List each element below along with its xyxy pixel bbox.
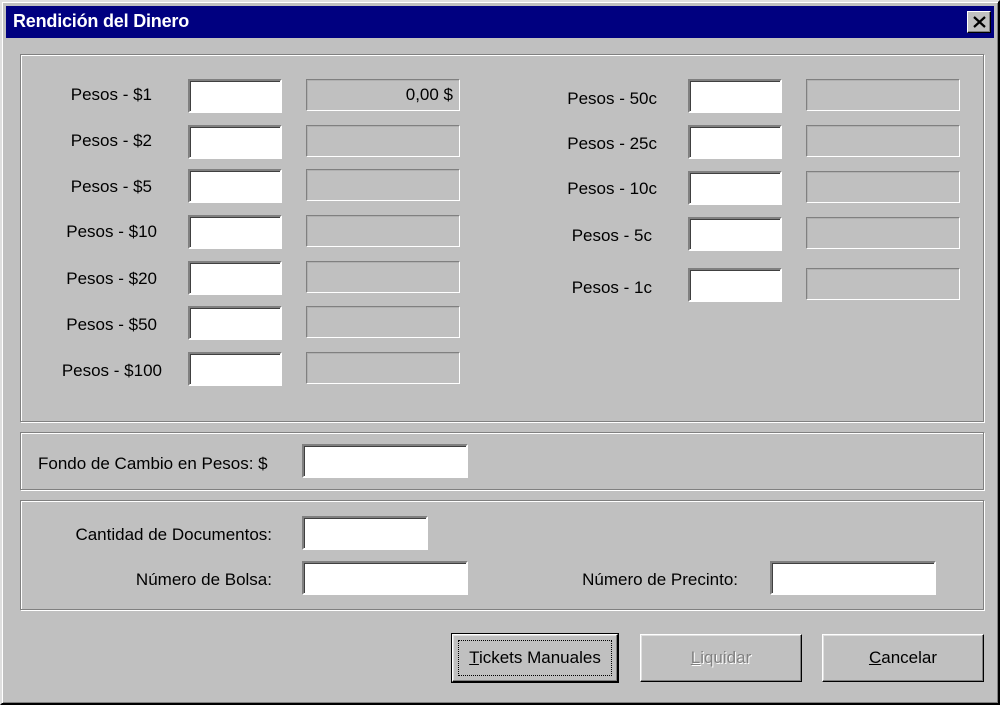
input-pesos-5[interactable] [188, 169, 282, 203]
input-pesos-5c[interactable] [688, 217, 782, 251]
total-pesos-5c [806, 217, 960, 249]
label-pesos-50: Pesos - $50 [66, 315, 157, 334]
input-pesos-10[interactable] [188, 215, 282, 249]
fondo-input[interactable] [302, 444, 468, 478]
label-pesos-1: Pesos - $1 [70, 85, 152, 104]
total-pesos-25c [806, 125, 960, 157]
total-pesos-20 [306, 261, 460, 293]
input-pesos-25c[interactable] [688, 125, 782, 159]
numero-precinto-label: Número de Precinto: [582, 570, 738, 589]
input-pesos-1[interactable] [188, 79, 282, 113]
total-pesos-100 [306, 352, 460, 384]
label-pesos-50c: Pesos - 50c [567, 89, 657, 108]
cancelar-hotkey: C [868, 648, 882, 667]
label-pesos-5c: Pesos - 5c [571, 226, 652, 245]
input-pesos-50[interactable] [188, 306, 282, 340]
close-icon [973, 16, 986, 28]
label-pesos-1c: Pesos - 1c [571, 278, 652, 297]
total-pesos-50c [806, 79, 960, 111]
total-pesos-10 [306, 215, 460, 247]
cantidad-documentos-input[interactable] [302, 516, 428, 550]
total-pesos-2 [306, 125, 460, 157]
total-pesos-5 [306, 169, 460, 201]
total-pesos-50 [306, 306, 460, 338]
tickets-manuales-button[interactable]: Tickets Manuales [451, 633, 619, 683]
tickets-hotkey: T [469, 648, 479, 667]
numero-bolsa-label: Número de Bolsa: [135, 570, 272, 589]
total-pesos-10c [806, 171, 960, 203]
label-pesos-5: Pesos - $5 [70, 177, 152, 196]
cantidad-documentos-label: Cantidad de Documentos: [75, 525, 272, 544]
input-pesos-50c[interactable] [688, 79, 782, 113]
input-pesos-2[interactable] [188, 125, 282, 159]
numero-bolsa-input[interactable] [302, 561, 468, 595]
tickets-label: ickets Manuales [478, 648, 601, 667]
title-bar[interactable]: Rendición del Dinero [6, 6, 994, 38]
label-pesos-100: Pesos - $100 [61, 361, 162, 380]
cancelar-button[interactable]: Cancelar [822, 634, 984, 682]
numero-precinto-input[interactable] [770, 561, 936, 595]
fondo-label: Fondo de Cambio en Pesos: $ [38, 454, 268, 473]
liquidar-button[interactable]: Liquidar [640, 634, 802, 682]
label-pesos-10: Pesos - $10 [66, 222, 157, 241]
total-pesos-1: 0,00 $ [306, 79, 460, 111]
input-pesos-100[interactable] [188, 352, 282, 386]
window-title: Rendición del Dinero [13, 11, 190, 31]
liquidar-label: iquidar [700, 648, 752, 667]
label-pesos-20: Pesos - $20 [66, 269, 157, 288]
input-pesos-1c[interactable] [688, 268, 782, 302]
total-pesos-1c [806, 268, 960, 300]
close-button[interactable] [967, 11, 991, 33]
liquidar-hotkey: L [690, 648, 701, 667]
cancelar-label: ancelar [881, 648, 938, 667]
label-pesos-10c: Pesos - 10c [567, 179, 657, 198]
label-pesos-2: Pesos - $2 [70, 131, 152, 150]
label-pesos-25c: Pesos - 25c [567, 134, 657, 153]
input-pesos-20[interactable] [188, 261, 282, 295]
input-pesos-10c[interactable] [688, 171, 782, 205]
